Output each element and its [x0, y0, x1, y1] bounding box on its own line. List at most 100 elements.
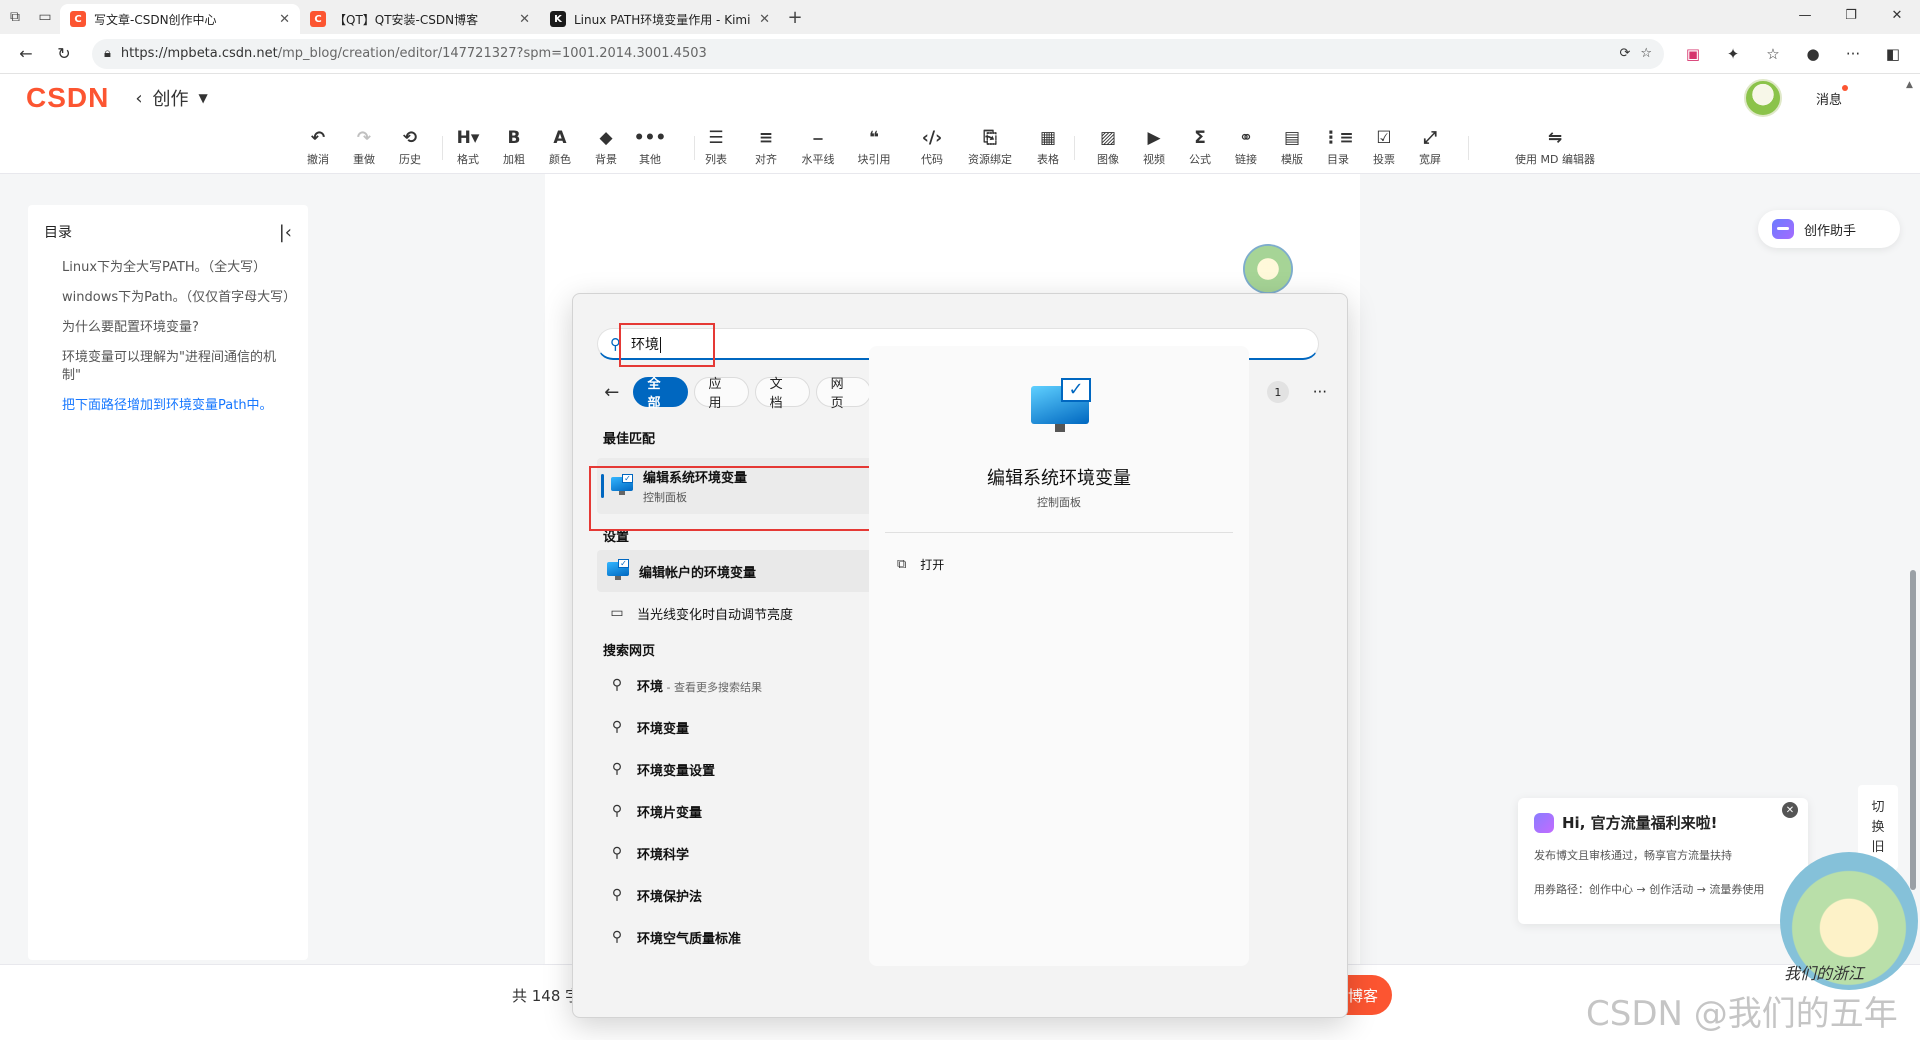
toolbar-label: 撤消	[307, 153, 329, 166]
toolbar-button[interactable]: ▦ 表格	[1026, 128, 1070, 167]
table-of-contents: 目录 |‹ Linux下为全大写PATH。（全大写） windows下为Path。…	[28, 205, 308, 960]
favorite-star-icon[interactable]: ☆	[1640, 46, 1652, 61]
open-action[interactable]: ⧉ 打开	[897, 556, 944, 573]
toolbar-button[interactable]: Σ 公式	[1178, 128, 1222, 167]
toolbar-label: 宽屏	[1419, 153, 1441, 166]
filter-chip[interactable]: 应用	[693, 377, 749, 411]
toolbar-icon: ⇋	[1547, 128, 1563, 148]
page-scrollbar[interactable]	[1910, 570, 1916, 890]
toolbar-icon: H▾	[456, 128, 480, 148]
toolbar-label: 目录	[1327, 153, 1349, 166]
site-info-icon[interactable]: 🔒︎	[104, 46, 111, 61]
toc-item[interactable]: Linux下为全大写PATH。（全大写）	[62, 259, 290, 277]
toolbar-button[interactable]: ⎯ 水平线	[796, 128, 840, 167]
more-menu-icon[interactable]: ···	[1836, 38, 1870, 70]
extensions-puzzle-icon[interactable]: ✦	[1716, 38, 1750, 70]
toolbar-button[interactable]: ⟲ 历史	[388, 128, 432, 167]
toolbar-button[interactable]: ▤ 模版	[1270, 128, 1314, 167]
promo-subtitle: 发布博文且审核通过，畅享官方流量扶持	[1534, 849, 1732, 862]
minimize-icon[interactable]: —	[1782, 0, 1828, 30]
chevron-left-icon[interactable]: ‹	[135, 88, 142, 109]
filter-chip[interactable]: 网页	[815, 377, 871, 411]
more-options-icon[interactable]: ···	[1313, 383, 1327, 401]
result-text: 环境科学	[637, 847, 690, 863]
preview-category: 控制面板	[1037, 496, 1081, 509]
toolbar-icon: •••	[633, 128, 667, 148]
open-external-icon: ⧉	[897, 557, 907, 572]
restore-icon[interactable]: ❐	[1828, 0, 1874, 30]
promo-title: Hi, 官方流量福利来啦!	[1562, 814, 1718, 832]
reload-icon[interactable]: ↻	[48, 38, 80, 70]
filter-chip[interactable]: 全部	[632, 377, 688, 411]
browser-tab-qt-install[interactable]: C 【QT】QT安装-CSDN博客 ✕	[300, 4, 540, 34]
promo-icon	[1534, 812, 1554, 833]
browser-tab-csdn-editor[interactable]: C 写文章-CSDN创作中心 ✕	[60, 4, 300, 34]
address-bar[interactable]: 🔒︎ https://mpbeta.csdn.net/mp_blog/creat…	[92, 38, 1664, 69]
translate-icon[interactable]: ⟳	[1619, 46, 1630, 61]
toolbar-button[interactable]: ⎘ 资源绑定	[968, 128, 1012, 167]
back-icon[interactable]: ←	[10, 38, 42, 70]
messages-link[interactable]: 消息	[1816, 85, 1849, 108]
csdn-logo[interactable]: CSDN	[26, 82, 109, 114]
toolbar-button[interactable]: ⋮≡ 目录	[1316, 128, 1360, 167]
account-env-monitor-icon: ✓	[607, 559, 629, 580]
toc-item[interactable]: 把下面路径增加到环境变量Path中。	[62, 397, 290, 415]
csdn-favicon-icon: C	[70, 11, 86, 27]
toolbar-button[interactable]: ▶ 视频	[1132, 128, 1176, 167]
close-tab-icon[interactable]: ✕	[759, 12, 770, 27]
collapse-toc-icon[interactable]: |‹	[279, 222, 292, 243]
toolbar-button[interactable]: ‹/› 代码	[910, 128, 954, 167]
account-badge[interactable]: 1	[1267, 381, 1289, 403]
sidebar-icon[interactable]: ◧	[1876, 38, 1910, 70]
toolbar-button[interactable]: A 颜色	[538, 128, 582, 167]
toolbar-button[interactable]: H▾ 格式	[446, 128, 490, 167]
toolbar-button[interactable]: ⤢ 宽屏	[1408, 128, 1452, 167]
switch-char: 切	[1871, 799, 1885, 815]
filter-chip[interactable]: 文档	[754, 377, 810, 411]
toolbar-icon: ❝	[869, 128, 879, 148]
window-controls: — ❐ ✕	[1782, 0, 1920, 30]
toolbar-icon: ▶	[1147, 128, 1161, 148]
toolbar-button[interactable]: ≡ 对齐	[744, 128, 788, 167]
new-tab-button[interactable]: +	[780, 7, 810, 28]
close-icon[interactable]: ✕	[1782, 802, 1798, 818]
close-tab-icon[interactable]: ✕	[519, 12, 530, 27]
extension-icon[interactable]: ▣	[1676, 38, 1710, 70]
toolbar-label: 公式	[1189, 153, 1211, 166]
toolbar-button[interactable]: ↷ 重做	[342, 128, 386, 167]
tab-actions-icon[interactable]: ▭	[30, 0, 60, 34]
toolbar-button[interactable]: ▨ 图像	[1086, 128, 1130, 167]
toolbar-button[interactable]: ↶ 撤消	[296, 128, 340, 167]
toolbar-button[interactable]: ☰ 列表	[694, 128, 738, 167]
toolbar-icon: ⎯	[813, 128, 823, 148]
toolbar-button[interactable]: ⇋ 使用 MD 编辑器	[1500, 128, 1610, 167]
toolbar-label: 格式	[457, 153, 479, 166]
toolbar-label: 链接	[1235, 153, 1257, 166]
close-window-icon[interactable]: ✕	[1874, 0, 1920, 30]
avatar[interactable]	[1744, 79, 1782, 117]
browser-tab-kimi[interactable]: K Linux PATH环境变量作用 - Kimi ✕	[540, 4, 780, 34]
toolbar-button[interactable]: B 加粗	[492, 128, 536, 167]
toc-item[interactable]: 环境变量可以理解为"进程间通信的机制"	[62, 349, 290, 385]
close-tab-icon[interactable]: ✕	[279, 12, 290, 27]
toolbar-button[interactable]: ❝ 块引用	[852, 128, 896, 167]
toolbar-label: 水平线	[801, 153, 835, 166]
toolbar-label: 视频	[1143, 153, 1165, 166]
divider	[885, 532, 1233, 533]
toolbar-button[interactable]: ••• 其他	[628, 128, 672, 167]
profile-icon[interactable]: ●	[1796, 38, 1830, 70]
toolbar-button[interactable]: ◆ 背景	[584, 128, 628, 167]
toolbar-button[interactable]: ⚭ 链接	[1224, 128, 1268, 167]
toolbar-label: 历史	[399, 153, 421, 166]
creation-menu[interactable]: ‹ 创作 ▼	[135, 85, 207, 111]
toolbar-button[interactable]: ☑ 投票	[1362, 128, 1406, 167]
scroll-up-icon[interactable]: ▲	[1906, 80, 1913, 90]
workspaces-icon[interactable]: ⧉	[0, 0, 30, 34]
creation-assistant-button[interactable]: 创作助手	[1758, 210, 1900, 248]
preview-title: 编辑系统环境变量	[987, 468, 1131, 489]
toolbar-icon: ⟲	[402, 128, 418, 148]
back-arrow-icon[interactable]: ←	[597, 382, 627, 403]
toc-item[interactable]: windows下为Path。（仅仅首字母大写）	[62, 289, 296, 307]
toc-item[interactable]: 为什么要配置环境变量?	[62, 319, 290, 337]
favorites-icon[interactable]: ☆	[1756, 38, 1790, 70]
